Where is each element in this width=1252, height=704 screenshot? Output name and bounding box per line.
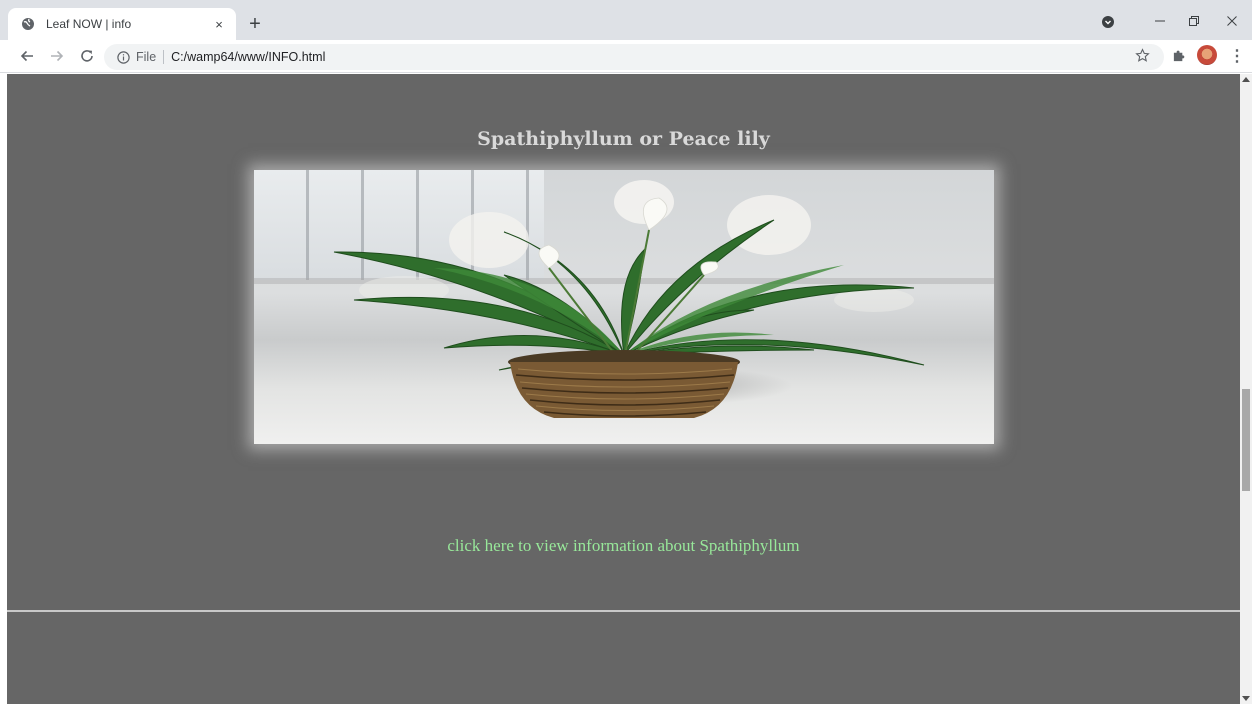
- info-link[interactable]: click here to view information about Spa…: [7, 536, 1240, 556]
- horizontal-rule: [7, 610, 1240, 612]
- address-bar[interactable]: File C:/wamp64/www/INFO.html: [104, 44, 1164, 70]
- kebab-menu-icon[interactable]: ⋮: [1228, 45, 1246, 67]
- scrollbar-thumb[interactable]: [1242, 389, 1250, 491]
- info-icon[interactable]: [116, 50, 130, 64]
- globe-icon: [20, 16, 36, 32]
- tab-strip: Leaf NOW | info × +: [0, 0, 1252, 40]
- scroll-up-arrow-icon[interactable]: [1242, 77, 1250, 82]
- reload-icon[interactable]: [76, 45, 98, 67]
- restore-icon[interactable]: [1180, 10, 1208, 32]
- peace-lily-image: [254, 170, 994, 444]
- puzzle-icon[interactable]: [1170, 46, 1188, 64]
- tab-leaf-now-info[interactable]: Leaf NOW | info ×: [8, 8, 236, 40]
- url-text[interactable]: C:/wamp64/www/INFO.html: [171, 50, 325, 64]
- vertical-scrollbar[interactable]: [1240, 74, 1252, 704]
- browser-window: Leaf NOW | info × + File C:/wamp64/www/I…: [0, 0, 1252, 704]
- browser-toolbar: File C:/wamp64/www/INFO.html ⋮: [0, 40, 1252, 73]
- page-title: Spathiphyllum or Peace lily: [477, 128, 770, 150]
- star-icon[interactable]: [1132, 45, 1152, 65]
- url-scheme: File: [136, 50, 157, 64]
- window-close-icon[interactable]: [1218, 10, 1246, 32]
- forward-arrow-icon[interactable]: [46, 45, 68, 67]
- tab-title: Leaf NOW | info: [46, 17, 132, 31]
- page-body: Spathiphyllum or Peace lily click here t…: [7, 74, 1240, 704]
- page-viewport: Spathiphyllum or Peace lily click here t…: [0, 74, 1252, 704]
- plant-illustration: [333, 180, 925, 418]
- back-arrow-icon[interactable]: [16, 45, 38, 67]
- tab-search-icon[interactable]: [1100, 14, 1116, 30]
- close-icon[interactable]: ×: [210, 15, 228, 33]
- plus-icon[interactable]: +: [244, 13, 266, 35]
- minimize-icon[interactable]: [1146, 10, 1174, 32]
- avatar[interactable]: [1197, 45, 1217, 65]
- url-separator: [163, 50, 165, 64]
- scroll-down-arrow-icon[interactable]: [1242, 696, 1250, 701]
